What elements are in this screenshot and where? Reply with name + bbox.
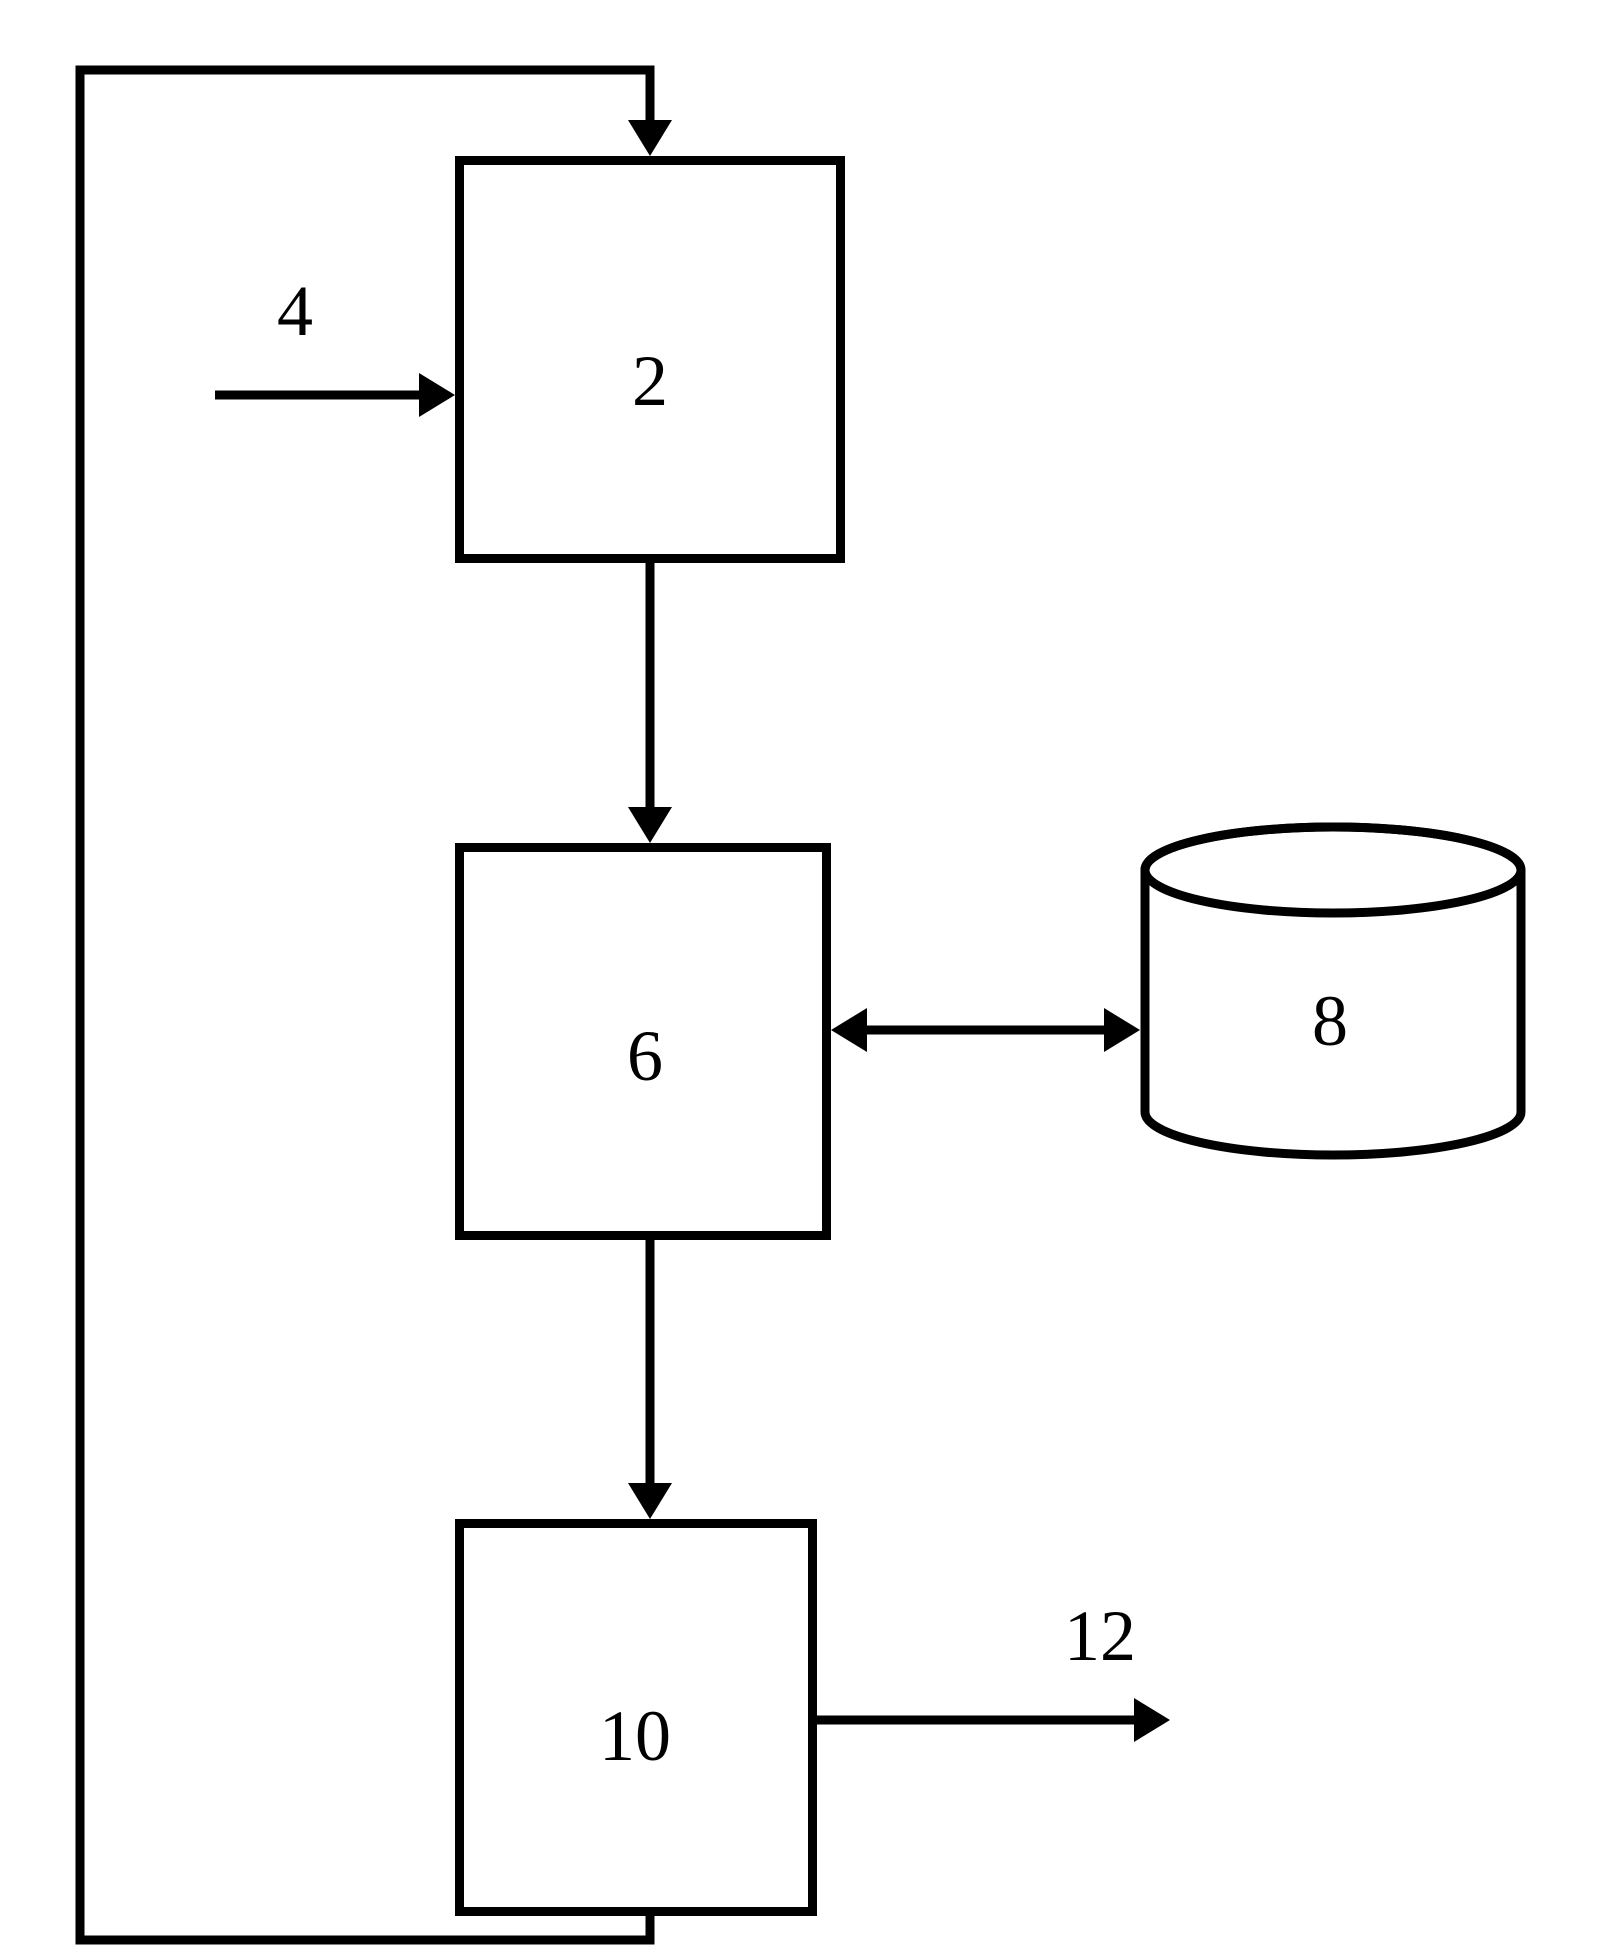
- arrow-4-to-2: [215, 373, 455, 417]
- block-6-label: 6: [615, 1015, 675, 1098]
- diagram-canvas: 2 6 10 8 4 12: [0, 0, 1601, 1953]
- arrow-10-to-12: [817, 1698, 1170, 1742]
- block-2-label: 2: [620, 340, 680, 423]
- arrow-2-to-6: [628, 563, 672, 843]
- arrow-6-to-8-bi: [831, 1008, 1140, 1052]
- output-label-12: 12: [1050, 1595, 1150, 1678]
- block-10-label: 10: [585, 1695, 685, 1778]
- arrow-6-to-10: [628, 1240, 672, 1519]
- input-label-4: 4: [265, 270, 325, 353]
- cylinder-8-label: 8: [1300, 980, 1360, 1063]
